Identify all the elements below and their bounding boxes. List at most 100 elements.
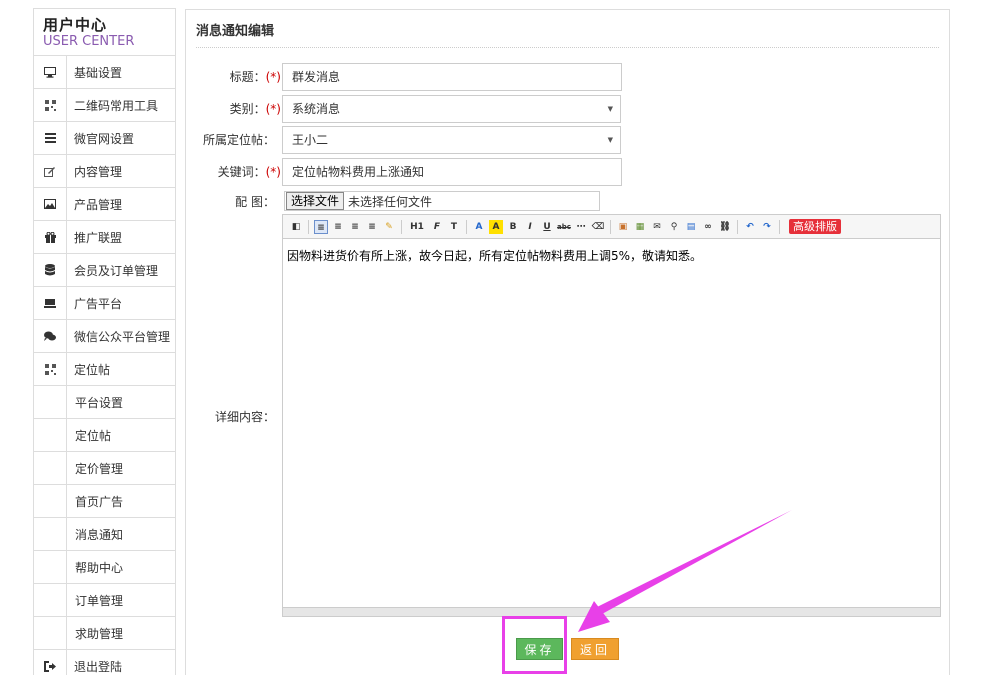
eraser-icon[interactable]: ⌫ <box>591 220 605 234</box>
sidebar-item-label: 会员及订单管理 <box>74 263 159 278</box>
post-select[interactable]: 王小二 ▼ <box>282 126 621 154</box>
sidebar-subitem-help-requests[interactable]: 求助管理 <box>34 616 175 650</box>
sidebar: 用户中心 USER CENTER 基础设置 二维码常用工具 微官网设置 内容管理… <box>33 8 176 675</box>
title-row: 标题：(*) 群发消息 <box>186 63 951 91</box>
sidebar-item-label: 推广联盟 <box>74 230 123 245</box>
dropdown-arrow-icon: ▼ <box>607 105 613 113</box>
font-size-icon[interactable]: T <box>447 220 461 234</box>
sidebar-item-content[interactable]: 内容管理 <box>34 154 175 188</box>
editor-resize-bar[interactable] <box>283 607 940 616</box>
rich-text-editor[interactable]: ◧ ≡ ≡ ≡ ≡ ✎ H1 F T A A B I U abc ⋯ ⌫ ▣ ▦… <box>282 214 941 617</box>
align-justify-icon[interactable]: ≡ <box>365 220 379 234</box>
category-label: 类别：(*) <box>186 95 281 123</box>
sidebar-item-label: 微官网设置 <box>74 131 135 146</box>
required-mark: (*) <box>265 70 281 84</box>
toolbar-divider <box>737 219 738 234</box>
keyword-input[interactable]: 定位帖物料费用上涨通知 <box>282 158 622 186</box>
font-color-icon[interactable]: A <box>472 220 486 234</box>
toolbar-divider <box>466 219 467 234</box>
submenu-indent <box>34 451 67 485</box>
sidebar-item-basic-settings[interactable]: 基础设置 <box>34 55 175 89</box>
page-title: 消息通知编辑 <box>196 24 275 39</box>
toolbar-divider <box>401 219 402 234</box>
sidebar-subitem-label: 定位帖 <box>75 428 112 443</box>
brand-title: 用户中心 <box>43 16 108 34</box>
title-input[interactable]: 群发消息 <box>282 63 622 91</box>
source-icon[interactable]: ◧ <box>289 220 303 234</box>
submenu-indent <box>34 484 67 518</box>
sidebar-item-products[interactable]: 产品管理 <box>34 187 175 221</box>
insert-media-icon[interactable]: ▦ <box>633 220 647 234</box>
qrcode-icon <box>34 352 67 386</box>
sidebar-subitem-label: 平台设置 <box>75 395 124 410</box>
advanced-layout-button[interactable]: 高级排版 <box>789 219 841 234</box>
toolbar-divider <box>308 219 309 234</box>
strikethrough-icon[interactable]: abc <box>557 220 571 234</box>
image-icon <box>34 187 67 221</box>
sidebar-item-qrcode-tools[interactable]: 二维码常用工具 <box>34 88 175 122</box>
attachment-icon[interactable]: ⚲ <box>667 220 681 234</box>
sidebar-item-ad-platform[interactable]: 广告平台 <box>34 286 175 320</box>
insert-flash-icon[interactable]: ✉ <box>650 220 664 234</box>
insert-image-icon[interactable]: ▣ <box>616 220 630 234</box>
keyword-row: 关键词：(*) 定位帖物料费用上涨通知 <box>186 158 951 186</box>
back-button[interactable]: 返回 <box>571 638 619 660</box>
title-label-text: 标题： <box>229 70 266 84</box>
sidebar-item-label: 产品管理 <box>74 197 123 212</box>
edit-panel: 消息通知编辑 标题：(*) 群发消息 类别：(*) 系统消息 ▼ 所属定位帖： … <box>185 9 950 675</box>
image-label: 配 图： <box>235 195 275 209</box>
sidebar-subitem-label: 帮助中心 <box>75 560 124 575</box>
unlink-icon[interactable]: ⛓ <box>718 220 732 234</box>
table-icon[interactable]: ▤ <box>684 220 698 234</box>
toolbar-divider <box>610 219 611 234</box>
redo-icon[interactable]: ↷ <box>760 220 774 234</box>
highlight-color-icon[interactable]: A <box>489 219 503 234</box>
sidebar-item-logout[interactable]: 退出登陆 <box>34 649 175 675</box>
category-select[interactable]: 系统消息 ▼ <box>282 95 621 123</box>
editor-content[interactable]: 因物料进货价有所上涨，故今日起，所有定位帖物料费用上调5%，敬请知悉。 <box>283 239 940 272</box>
sidebar-subitem-pricing[interactable]: 定价管理 <box>34 451 175 485</box>
align-left-icon[interactable]: ≡ <box>314 219 328 234</box>
editor-toolbar: ◧ ≡ ≡ ≡ ≡ ✎ H1 F T A A B I U abc ⋯ ⌫ ▣ ▦… <box>283 215 940 239</box>
post-row: 所属定位帖： 王小二 ▼ <box>186 126 951 154</box>
post-label: 所属定位帖： <box>202 133 275 147</box>
logout-icon <box>34 649 67 675</box>
more-icon[interactable]: ⋯ <box>574 220 588 234</box>
database-icon <box>34 253 67 287</box>
keyword-label-text: 关键词： <box>217 165 266 179</box>
font-family-icon[interactable]: F <box>430 220 444 234</box>
format-brush-icon[interactable]: ✎ <box>382 220 396 234</box>
submenu-indent <box>34 550 67 584</box>
brand-subtitle: USER CENTER <box>43 34 135 49</box>
edit-icon <box>34 154 67 188</box>
italic-icon[interactable]: I <box>523 220 537 234</box>
link-icon[interactable]: ∞ <box>701 220 715 234</box>
align-right-icon[interactable]: ≡ <box>348 220 362 234</box>
bold-icon[interactable]: B <box>506 220 520 234</box>
align-center-icon[interactable]: ≡ <box>331 220 345 234</box>
sidebar-item-members-orders[interactable]: 会员及订单管理 <box>34 253 175 287</box>
sidebar-item-location-post[interactable]: 定位帖 <box>34 352 175 386</box>
sidebar-item-affiliate[interactable]: 推广联盟 <box>34 220 175 254</box>
sidebar-subitem-platform-settings[interactable]: 平台设置 <box>34 385 175 419</box>
sidebar-item-micro-site[interactable]: 微官网设置 <box>34 121 175 155</box>
sidebar-item-label: 基础设置 <box>74 65 123 80</box>
sidebar-subitem-orders[interactable]: 订单管理 <box>34 583 175 617</box>
sidebar-item-wechat[interactable]: 微信公众平台管理 <box>34 319 175 353</box>
image-file-input: 选择文件 未选择任何文件 <box>284 191 600 211</box>
category-row: 类别：(*) 系统消息 ▼ <box>186 95 951 123</box>
sidebar-subitem-home-ads[interactable]: 首页广告 <box>34 484 175 518</box>
choose-file-button[interactable]: 选择文件 <box>286 192 345 210</box>
sidebar-item-label: 内容管理 <box>74 164 123 179</box>
keyword-label: 关键词：(*) <box>186 158 281 186</box>
sidebar-subitem-notifications[interactable]: 消息通知 <box>34 517 175 551</box>
toolbar-divider <box>779 219 780 234</box>
sidebar-subitem-location-post[interactable]: 定位帖 <box>34 418 175 452</box>
heading-icon[interactable]: H1 <box>407 220 427 234</box>
category-select-value: 系统消息 <box>292 102 341 116</box>
underline-icon[interactable]: U <box>540 220 554 234</box>
sidebar-subitem-help-center[interactable]: 帮助中心 <box>34 550 175 584</box>
sidebar-subitem-label: 首页广告 <box>75 494 124 509</box>
undo-icon[interactable]: ↶ <box>743 220 757 234</box>
dropdown-arrow-icon: ▼ <box>607 136 613 144</box>
